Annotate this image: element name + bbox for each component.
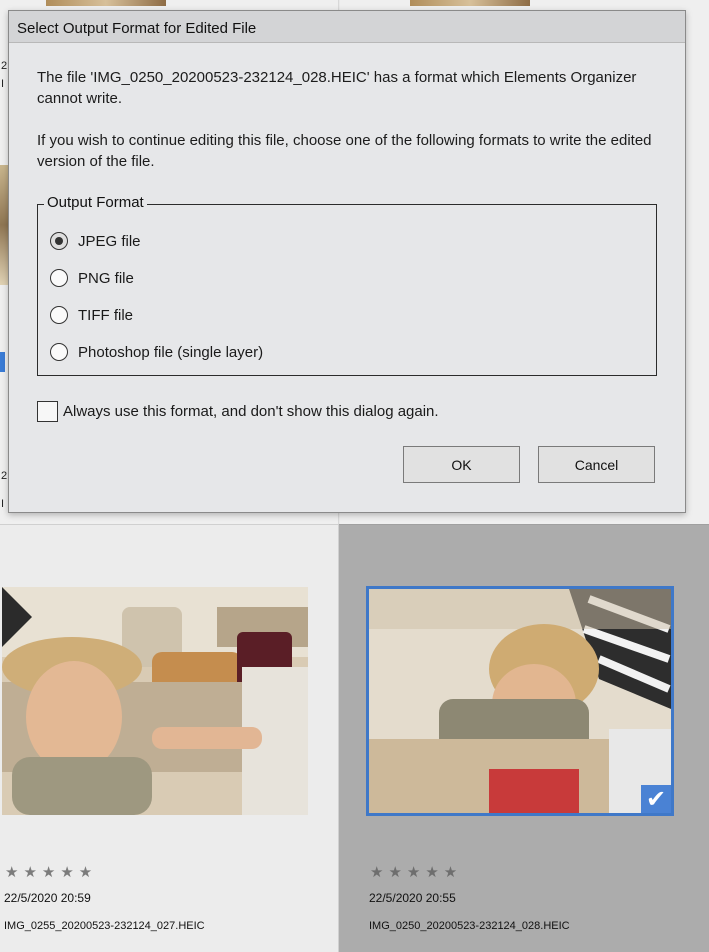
radio-label[interactable]: PNG file	[78, 270, 134, 287]
output-format-group: Output Format JPEG file PNG file TIFF fi…	[37, 194, 657, 376]
selection-edge	[0, 352, 5, 372]
thumbnail-peek	[0, 165, 8, 285]
photo-thumbnail-selected[interactable]: ✔	[366, 586, 674, 816]
always-use-format-option[interactable]: Always use this format, and don't show t…	[37, 401, 439, 422]
dialog-instruction: If you wish to continue editing this fil…	[37, 132, 652, 170]
always-use-format-checkbox[interactable]	[37, 401, 58, 422]
checkmark-icon[interactable]: ✔	[641, 785, 671, 813]
photo-filename: IMG_0255_20200523-232124_027.HEIC	[4, 920, 205, 932]
cancel-button[interactable]: Cancel	[538, 446, 655, 483]
dialog-message: The file 'IMG_0250_20200523-232124_028.H…	[37, 69, 637, 107]
photo-date: 22/5/2020 20:55	[369, 891, 456, 905]
radio-label[interactable]: Photoshop file (single layer)	[78, 344, 263, 361]
radio-button[interactable]	[50, 306, 68, 324]
radio-png[interactable]: PNG file	[50, 267, 134, 289]
cell-stub-filename: I	[1, 498, 5, 510]
photo-date: 22/5/2020 20:59	[4, 891, 91, 905]
output-format-dialog: Select Output Format for Edited File The…	[8, 10, 686, 513]
radio-photoshop[interactable]: Photoshop file (single layer)	[50, 341, 263, 363]
dialog-title[interactable]: Select Output Format for Edited File	[9, 11, 685, 43]
photo-filename: IMG_0250_20200523-232124_028.HEIC	[369, 920, 570, 932]
cell-stub-date: 2	[1, 470, 8, 482]
star-rating[interactable]: ★★★★★	[5, 863, 97, 881]
radio-label[interactable]: JPEG file	[78, 233, 141, 250]
photo-thumbnail[interactable]	[2, 587, 308, 815]
thumbnail-peek	[410, 0, 530, 6]
radio-label[interactable]: TIFF file	[78, 307, 133, 324]
radio-button[interactable]	[50, 269, 68, 287]
ok-button[interactable]: OK	[403, 446, 520, 483]
radio-button[interactable]	[50, 343, 68, 361]
radio-jpeg[interactable]: JPEG file	[50, 230, 141, 252]
photo-thumbnail-image	[2, 587, 308, 815]
radio-button-selected[interactable]	[50, 232, 68, 250]
photo-thumbnail-image	[369, 589, 671, 813]
cell-stub-filename: I	[1, 78, 5, 90]
star-rating[interactable]: ★★★★★	[370, 863, 462, 881]
radio-tiff[interactable]: TIFF file	[50, 304, 133, 326]
group-label: Output Format	[44, 194, 147, 211]
cell-stub-date: 2	[1, 60, 8, 72]
thumbnail-peek	[46, 0, 166, 6]
checkbox-label[interactable]: Always use this format, and don't show t…	[63, 403, 439, 420]
